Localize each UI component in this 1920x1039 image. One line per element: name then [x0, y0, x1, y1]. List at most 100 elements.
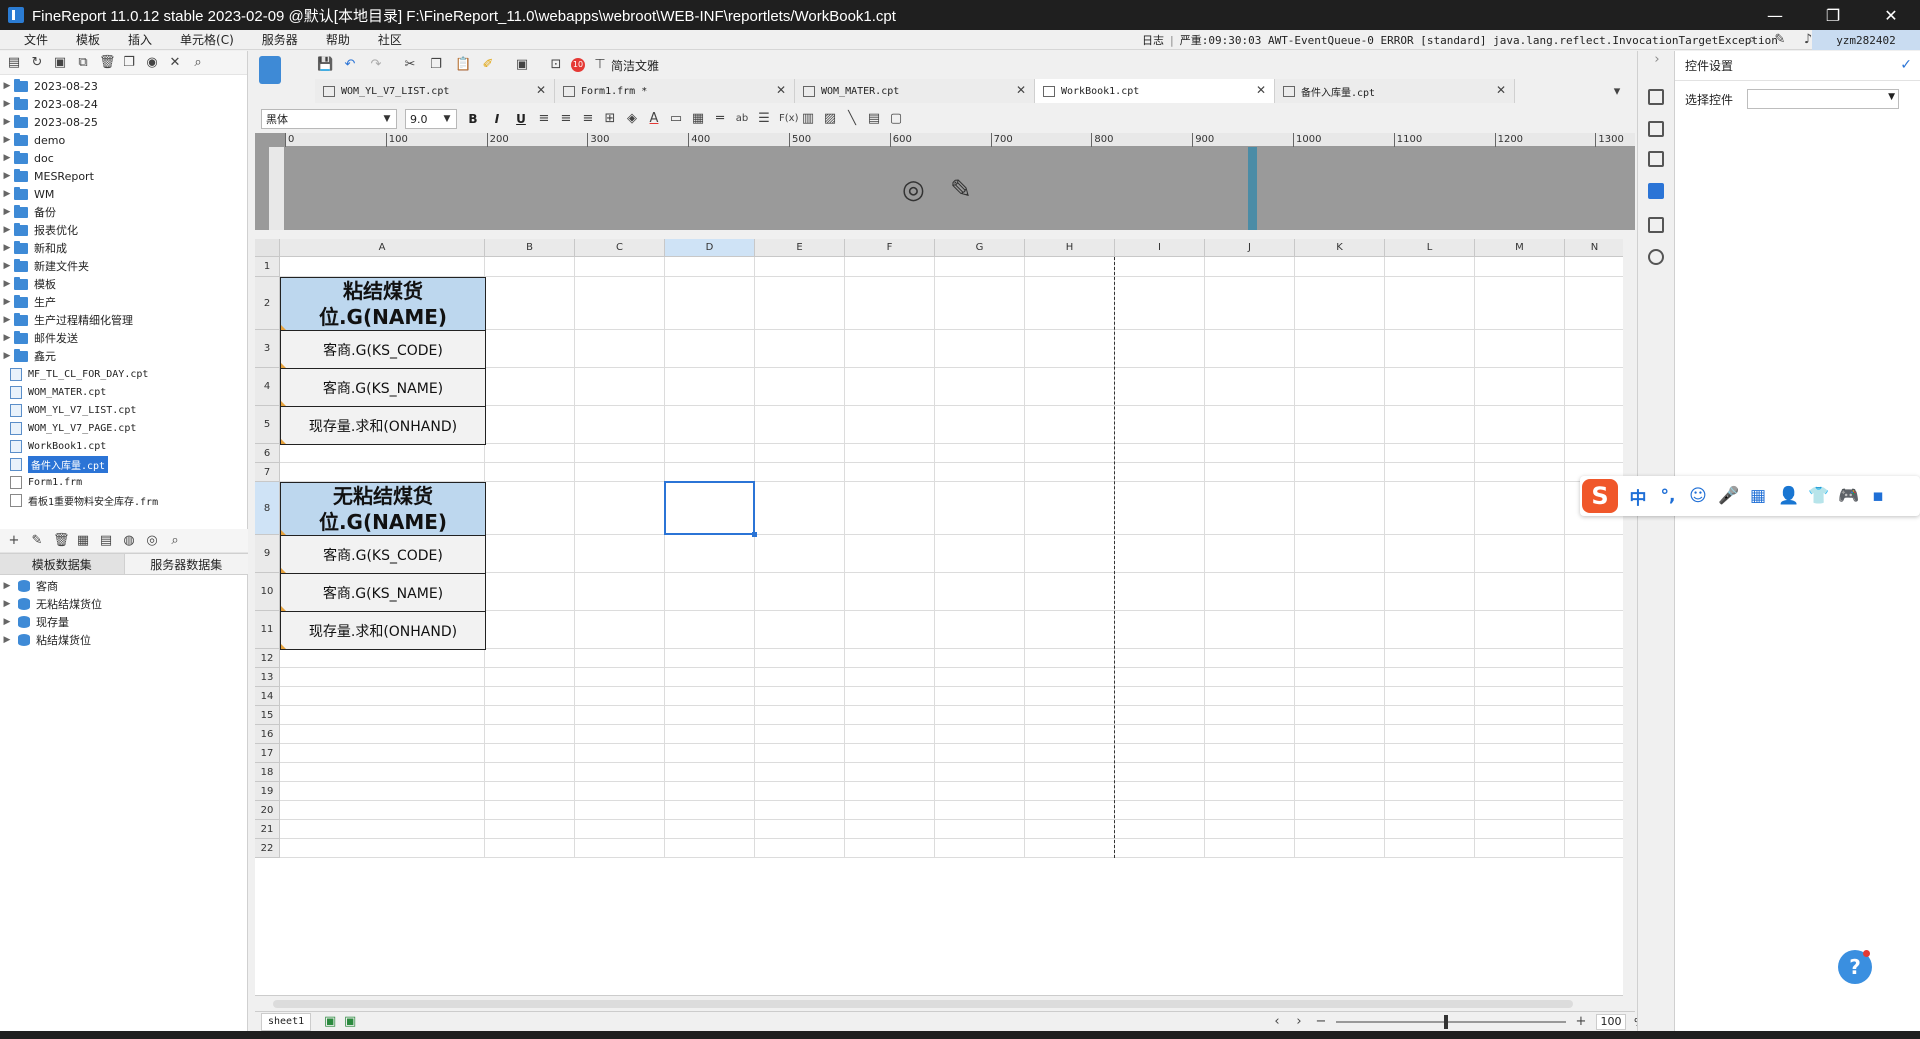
menu-community[interactable]: 社区	[364, 31, 416, 48]
align-center-icon[interactable]: ≡	[559, 112, 573, 126]
expand-caret-icon[interactable]: ▶	[0, 581, 14, 591]
delete-icon[interactable]: 🗑	[99, 55, 116, 70]
text-icon[interactable]: ab	[735, 112, 749, 126]
align-left-icon[interactable]: ≡	[537, 112, 551, 126]
simplify-style-button[interactable]: 简洁文雅	[611, 57, 659, 74]
row-header[interactable]: 11	[255, 611, 280, 649]
move-icon[interactable]: ⧉	[76, 55, 90, 70]
close-tab-icon[interactable]: ✕	[1256, 83, 1266, 97]
subreport-icon[interactable]: ▤	[867, 112, 881, 126]
toolbox-icon[interactable]: ▪	[1868, 486, 1888, 506]
log-button[interactable]: 日志	[1142, 32, 1164, 48]
hyperlink-icon[interactable]	[1648, 249, 1664, 265]
tree-file[interactable]: 备件入库量.cpt	[0, 455, 247, 473]
tree-folder[interactable]: ▶ 邮件发送	[0, 329, 247, 347]
column-header[interactable]: L	[1385, 239, 1475, 257]
fill-color-icon[interactable]: ◈	[625, 112, 639, 126]
tree-file[interactable]: Form1.frm	[0, 473, 247, 491]
column-header[interactable]: M	[1475, 239, 1565, 257]
insert-row-icon[interactable]: ═	[713, 112, 727, 126]
document-tab[interactable]: WOM_YL_V7_LIST.cpt ✕	[315, 79, 555, 103]
paste-icon[interactable]: 📋	[455, 58, 471, 72]
expand-caret-icon[interactable]: ▶	[0, 153, 14, 163]
image-icon[interactable]: ▨	[823, 112, 837, 126]
font-name-select[interactable]: 黑体 ▼	[261, 109, 397, 129]
column-header[interactable]: H	[1025, 239, 1115, 257]
widget-type-select[interactable]: ▼	[1747, 89, 1900, 109]
table-icon[interactable]: ▤	[99, 533, 113, 548]
tree-file[interactable]: WOM_YL_V7_LIST.cpt	[0, 401, 247, 419]
delete-icon[interactable]: 🗑	[53, 533, 70, 548]
condition-attribute-icon[interactable]	[1648, 217, 1664, 233]
select-all-corner[interactable]	[255, 239, 280, 257]
tab-list-icon[interactable]: ▾	[1610, 85, 1624, 99]
search-icon[interactable]: ⌕	[1745, 33, 1759, 47]
notes-icon[interactable]: ✎	[1773, 33, 1787, 47]
row-header[interactable]: 20	[255, 801, 280, 820]
expand-caret-icon[interactable]: ▶	[0, 351, 14, 361]
tree-folder[interactable]: ▶ doc	[0, 149, 247, 167]
minimize-button[interactable]: —	[1746, 0, 1804, 30]
add-dataset-icon[interactable]: +	[7, 533, 21, 548]
help-button[interactable]: ?	[1838, 950, 1872, 984]
expand-caret-icon[interactable]: ▶	[0, 225, 14, 235]
formula-icon[interactable]: F(x)	[779, 112, 798, 126]
row-header[interactable]: 5	[255, 406, 280, 444]
save-icon[interactable]: 💾	[317, 58, 333, 72]
expand-caret-icon[interactable]: ▶	[0, 279, 14, 289]
font-color-icon[interactable]: A	[647, 112, 661, 126]
expand-caret-icon[interactable]: ▶	[0, 617, 14, 627]
tab-server-datasets[interactable]: 服务器数据集	[125, 554, 249, 574]
tree-folder[interactable]: ▶ 生产过程精细化管理	[0, 311, 247, 329]
document-tab[interactable]: Form1.frm * ✕	[555, 79, 795, 103]
slash-icon[interactable]: ╲	[845, 112, 859, 126]
sheet-tab[interactable]: sheet1	[261, 1012, 312, 1031]
underline-button[interactable]: U	[513, 112, 529, 126]
cell-a3[interactable]: 客商.G(KS_CODE)	[280, 330, 486, 369]
expand-caret-icon[interactable]: ▶	[0, 261, 14, 271]
tree-file[interactable]: WOM_YL_V7_PAGE.cpt	[0, 419, 247, 437]
expand-caret-icon[interactable]: ▶	[0, 117, 14, 127]
row-header[interactable]: 12	[255, 649, 280, 668]
dataset-item[interactable]: ▶ 现存量	[0, 613, 248, 631]
widget-settings-icon[interactable]	[1648, 183, 1664, 199]
skin-icon[interactable]: 👕	[1808, 486, 1829, 506]
chinese-mode-icon[interactable]: 中	[1628, 484, 1648, 509]
copy-icon[interactable]: ❐	[122, 55, 136, 70]
simplify-icon[interactable]: ⊤	[593, 58, 607, 72]
collapse-right-icon[interactable]: ›	[1650, 53, 1664, 67]
column-header[interactable]: K	[1295, 239, 1385, 257]
expand-caret-icon[interactable]: ▶	[0, 207, 14, 217]
column-header[interactable]: J	[1205, 239, 1295, 257]
search-icon[interactable]: ⌕	[191, 55, 205, 70]
tree-file[interactable]: WorkBook1.cpt	[0, 437, 247, 455]
expand-caret-icon[interactable]: ▶	[0, 189, 14, 199]
column-header[interactable]: E	[755, 239, 845, 257]
scroll-left-icon[interactable]: ‹	[1270, 1015, 1284, 1029]
merge-cells-icon[interactable]: ▭	[669, 112, 683, 126]
column-header[interactable]: D	[665, 239, 755, 257]
ime-toolbar[interactable]: S 中 °, ☺ 🎤 ▦ 👤 👕 🎮 ▪	[1580, 476, 1920, 516]
emoji-icon[interactable]: ☺	[1688, 486, 1708, 506]
format-painter-icon[interactable]: ✐	[481, 58, 495, 72]
cell-element-icon[interactable]	[1648, 89, 1664, 105]
font-size-select[interactable]: 9.0 ▼	[405, 109, 457, 129]
expand-caret-icon[interactable]: ▶	[0, 81, 14, 91]
expand-caret-icon[interactable]: ▶	[0, 333, 14, 343]
document-tab[interactable]: WOM_MATER.cpt ✕	[795, 79, 1035, 103]
zoom-slider[interactable]	[1336, 1015, 1566, 1029]
collapse-icon[interactable]: ✕	[168, 55, 182, 70]
row-header[interactable]: 13	[255, 668, 280, 687]
vertical-scrollbar[interactable]	[1623, 239, 1635, 999]
template-settings-icon[interactable]: ▣	[515, 58, 529, 72]
row-header[interactable]: 18	[255, 763, 280, 782]
row-header[interactable]: 9	[255, 535, 280, 573]
tab-template-datasets[interactable]: 模板数据集	[0, 554, 125, 574]
column-header[interactable]: G	[935, 239, 1025, 257]
bold-button[interactable]: B	[465, 112, 481, 126]
align-right-icon[interactable]: ≡	[581, 112, 595, 126]
maximize-button[interactable]: ❐	[1804, 0, 1862, 30]
copy-icon[interactable]: ❐	[429, 58, 443, 72]
row-header[interactable]: 2	[255, 277, 280, 330]
expand-caret-icon[interactable]: ▶	[0, 297, 14, 307]
